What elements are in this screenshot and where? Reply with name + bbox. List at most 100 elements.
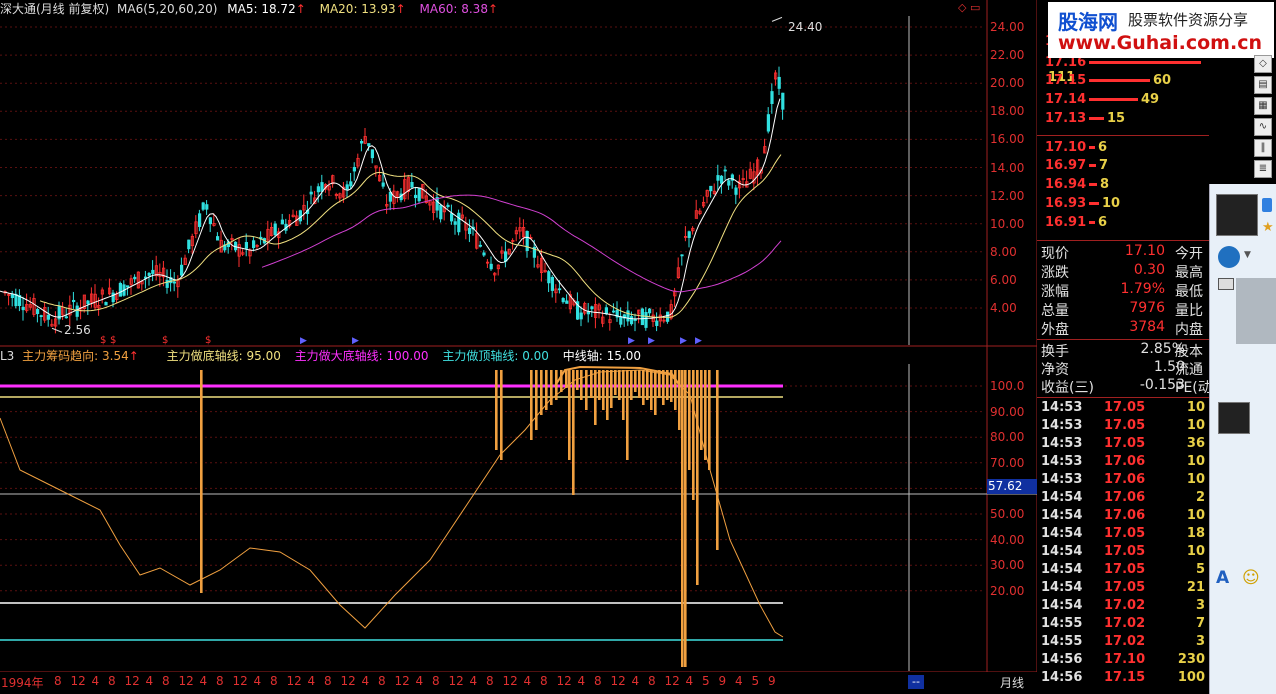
cursor-time-badge: -- — [908, 675, 924, 689]
order-book-row[interactable]: 16.93 10 — [1045, 196, 1120, 214]
order-book-row[interactable]: 17.10 6 — [1045, 140, 1107, 158]
order-price: 16.94 — [1045, 177, 1087, 192]
order-book-row[interactable]: 17.15 60 — [1045, 73, 1171, 91]
candle-body — [666, 311, 670, 322]
tick-time: 14:53 — [1041, 418, 1083, 433]
chevron-down-icon[interactable]: ▼ — [1244, 250, 1251, 260]
indicator-tick-label: 100.0 — [990, 379, 1025, 393]
quote-label: 现价 — [1041, 246, 1069, 262]
indicator-bar — [684, 370, 687, 667]
tick-row[interactable]: 14:53 17.06 10 — [1041, 472, 1213, 490]
stock-title: 深大通(月线 前复权) — [0, 2, 110, 16]
order-book-row[interactable]: 16.97 7 — [1045, 158, 1108, 176]
tick-row[interactable]: 14:56 17.15 100 — [1041, 670, 1213, 688]
candle-body — [446, 204, 450, 208]
candle-body — [612, 310, 616, 313]
quote-label: 今开 — [1175, 246, 1203, 262]
tick-row[interactable]: 14:54 17.05 18 — [1041, 526, 1213, 544]
price-tick-label: 14.00 — [990, 160, 1025, 175]
status-eye-icon[interactable] — [1218, 246, 1240, 268]
tick-row[interactable]: 14:53 17.05 10 — [1041, 418, 1213, 436]
order-price: 17.13 — [1045, 111, 1087, 126]
tick-row[interactable]: 14:55 17.02 7 — [1041, 616, 1213, 634]
ma20-line — [39, 154, 782, 318]
candle-body — [147, 272, 151, 276]
tick-volume: 100 — [1177, 670, 1205, 685]
signal-arrow: ▶ — [352, 336, 359, 346]
tick-row[interactable]: 14:54 17.06 10 — [1041, 508, 1213, 526]
indicator-bar — [638, 370, 641, 398]
tick-row[interactable]: 14:54 17.06 2 — [1041, 490, 1213, 508]
signal-marker: $ — [110, 335, 116, 346]
chart-corner-icons[interactable]: ◇ ▭ — [958, 1, 980, 14]
time-axis-label: 9 — [768, 674, 776, 688]
candle-body — [482, 252, 486, 256]
logo-name: 股海网 — [1058, 10, 1118, 34]
tick-row[interactable]: 14:54 17.02 3 — [1041, 598, 1213, 616]
tick-price: 17.05 — [1104, 562, 1146, 577]
tick-row[interactable]: 14:54 17.05 21 — [1041, 580, 1213, 598]
order-book-row[interactable]: 17.13 15 — [1045, 111, 1125, 129]
emoji-icon[interactable]: ☺ — [1242, 568, 1260, 588]
time-axis-label: 5 — [751, 674, 760, 688]
order-volume: 15 — [1107, 111, 1126, 126]
tick-row[interactable]: 14:53 17.05 10 — [1041, 400, 1213, 418]
tick-row[interactable]: 14:54 17.05 5 — [1041, 562, 1213, 580]
tick-volume: 21 — [1186, 580, 1205, 595]
photo-thumbnail[interactable] — [1236, 278, 1276, 344]
candle-body — [680, 254, 684, 257]
order-volume-bar — [1089, 79, 1150, 82]
quote-label: 内盘 — [1175, 322, 1203, 338]
period-label[interactable]: 月线 — [1000, 674, 1024, 691]
tick-row[interactable]: 14:54 17.05 10 — [1041, 544, 1213, 562]
grid-icon[interactable]: ▦ — [1254, 97, 1272, 115]
main-chart-header: 深大通(月线 前复权) MA6(5,20,60,20) MA5: 18.72↑ … — [0, 0, 508, 17]
big-bottom-label: 主力做大底轴线: 100.00 — [294, 349, 429, 363]
avatar-small[interactable] — [1218, 402, 1250, 434]
order-book-row[interactable]: 16.94 8 — [1045, 177, 1109, 195]
tick-row[interactable]: 14:53 17.06 10 — [1041, 454, 1213, 472]
candle-body — [187, 239, 191, 250]
tick-time: 14:56 — [1041, 670, 1083, 685]
phone-icon[interactable] — [1262, 198, 1272, 212]
tick-time: 14:56 — [1041, 652, 1083, 667]
avatar[interactable] — [1216, 194, 1258, 236]
tick-price: 17.06 — [1104, 490, 1146, 505]
order-book-row[interactable]: 17.14 49 — [1045, 92, 1159, 110]
time-axis-label: 8 — [54, 674, 62, 688]
indicator-header: L3 主力筹码趋向: 3.54↑ 主力做底轴线: 95.00 主力做大底轴线: … — [0, 347, 651, 364]
candle-body — [579, 312, 583, 320]
font-icon[interactable]: A — [1216, 568, 1229, 588]
tick-row[interactable]: 14:53 17.05 36 — [1041, 436, 1213, 454]
candle-icon[interactable]: ‖ — [1254, 139, 1272, 157]
document-icon[interactable]: ▤ — [1254, 76, 1272, 94]
line-chart-icon[interactable]: ∿ — [1254, 118, 1272, 136]
tick-time: 14:54 — [1041, 544, 1083, 559]
order-book-row[interactable]: 16.91 6 — [1045, 215, 1107, 233]
side-toolbar: ◇ ▤ ▦ ∿ ‖ ≣ — [1254, 52, 1274, 181]
price-tick-label: 12.00 — [990, 188, 1025, 203]
tick-price: 17.05 — [1104, 400, 1146, 415]
candle-body — [381, 182, 385, 187]
time-axis-label: 4 — [145, 674, 154, 688]
order-volume: 10 — [1102, 196, 1121, 211]
quote-value: 1.79% — [1120, 281, 1165, 297]
time-axis-label: 8 — [432, 674, 440, 688]
diamond-icon[interactable]: ◇ — [1254, 55, 1272, 73]
chat-panel: ★ ▼ A ☺ — [1209, 184, 1276, 694]
order-volume-bar — [1089, 164, 1096, 167]
indicator-bar — [500, 370, 503, 460]
candle-body — [36, 308, 40, 315]
tick-row[interactable]: 14:55 17.02 3 — [1041, 634, 1213, 652]
list-icon[interactable]: ≣ — [1254, 160, 1272, 178]
quote-label: 外盘 — [1041, 322, 1069, 338]
tick-time: 14:54 — [1041, 598, 1083, 613]
order-price: 17.10 — [1045, 140, 1087, 155]
camera-icon[interactable] — [1218, 278, 1234, 290]
candle-body — [489, 263, 493, 270]
candle-body — [72, 299, 76, 303]
indicator-bar — [688, 370, 691, 470]
indicator-tick-label: 20.00 — [990, 583, 1025, 598]
candle-body — [208, 217, 212, 225]
tick-row[interactable]: 14:56 17.10 230 — [1041, 652, 1213, 670]
